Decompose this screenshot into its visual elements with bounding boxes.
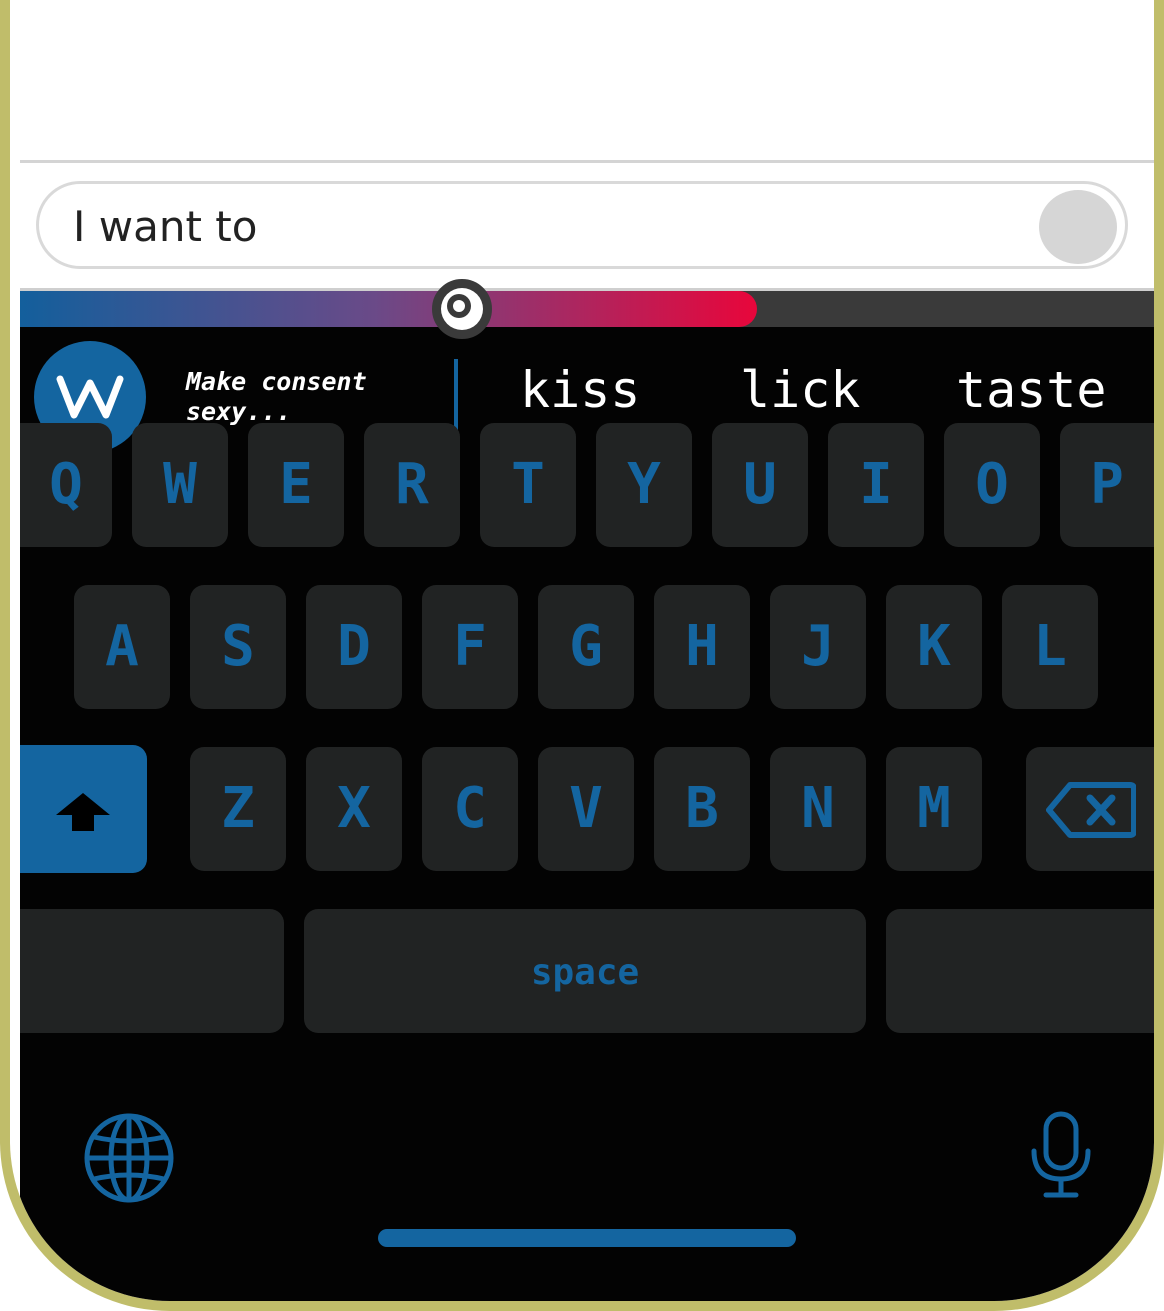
key-p[interactable]: P (1060, 423, 1154, 547)
key-l[interactable]: L (1002, 585, 1098, 709)
key-b[interactable]: B (654, 747, 750, 871)
suggestion-item[interactable]: kiss (520, 361, 640, 419)
key-h[interactable]: H (654, 585, 750, 709)
suggestion-item[interactable]: lick (740, 361, 860, 419)
key-e[interactable]: E (248, 423, 344, 547)
key-x[interactable]: X (306, 747, 402, 871)
shift-arrow-icon (56, 793, 110, 831)
composer-area: I want to (20, 163, 1154, 291)
key-w[interactable]: W (132, 423, 228, 547)
intensity-slider-fill (20, 291, 757, 327)
key-r[interactable]: R (364, 423, 460, 547)
backspace-icon (1046, 782, 1136, 838)
numbers-key[interactable] (20, 909, 284, 1033)
return-key[interactable] (886, 909, 1154, 1033)
send-button[interactable] (1039, 190, 1117, 264)
home-indicator[interactable] (378, 1229, 796, 1247)
key-z[interactable]: Z (190, 747, 286, 871)
backspace-key[interactable] (1026, 747, 1154, 871)
message-input-text: I want to (73, 202, 258, 251)
key-g[interactable]: G (538, 585, 634, 709)
key-o[interactable]: O (944, 423, 1040, 547)
screen: I want to Make consent sexy... kiss lick… (20, 0, 1154, 1301)
keyboard: Make consent sexy... kiss lick taste Q W… (20, 279, 1154, 1301)
space-key[interactable]: space (304, 909, 866, 1033)
key-n[interactable]: N (770, 747, 866, 871)
key-c[interactable]: C (422, 747, 518, 871)
key-i[interactable]: I (828, 423, 924, 547)
key-k[interactable]: K (886, 585, 982, 709)
key-q[interactable]: Q (20, 423, 112, 547)
phone-frame: I want to Make consent sexy... kiss lick… (0, 0, 1164, 1311)
key-m[interactable]: M (886, 747, 982, 871)
wm-monogram-icon (56, 375, 124, 419)
brand-tagline: Make consent sexy... (186, 367, 367, 426)
message-input[interactable]: I want to (36, 181, 1128, 269)
message-area (20, 0, 1154, 160)
key-d[interactable]: D (306, 585, 402, 709)
key-u[interactable]: U (712, 423, 808, 547)
key-j[interactable]: J (770, 585, 866, 709)
intensity-slider-handle[interactable] (432, 279, 492, 339)
key-t[interactable]: T (480, 423, 576, 547)
intensity-slider[interactable] (20, 291, 1154, 327)
key-y[interactable]: Y (596, 423, 692, 547)
key-f[interactable]: F (422, 585, 518, 709)
key-a[interactable]: A (74, 585, 170, 709)
globe-icon[interactable] (82, 1111, 176, 1205)
key-s[interactable]: S (190, 585, 286, 709)
shift-key[interactable] (20, 745, 147, 873)
suggestion-item[interactable]: taste (956, 361, 1107, 419)
suggestion-divider (454, 359, 458, 435)
key-v[interactable]: V (538, 747, 634, 871)
microphone-icon[interactable] (1028, 1111, 1094, 1199)
